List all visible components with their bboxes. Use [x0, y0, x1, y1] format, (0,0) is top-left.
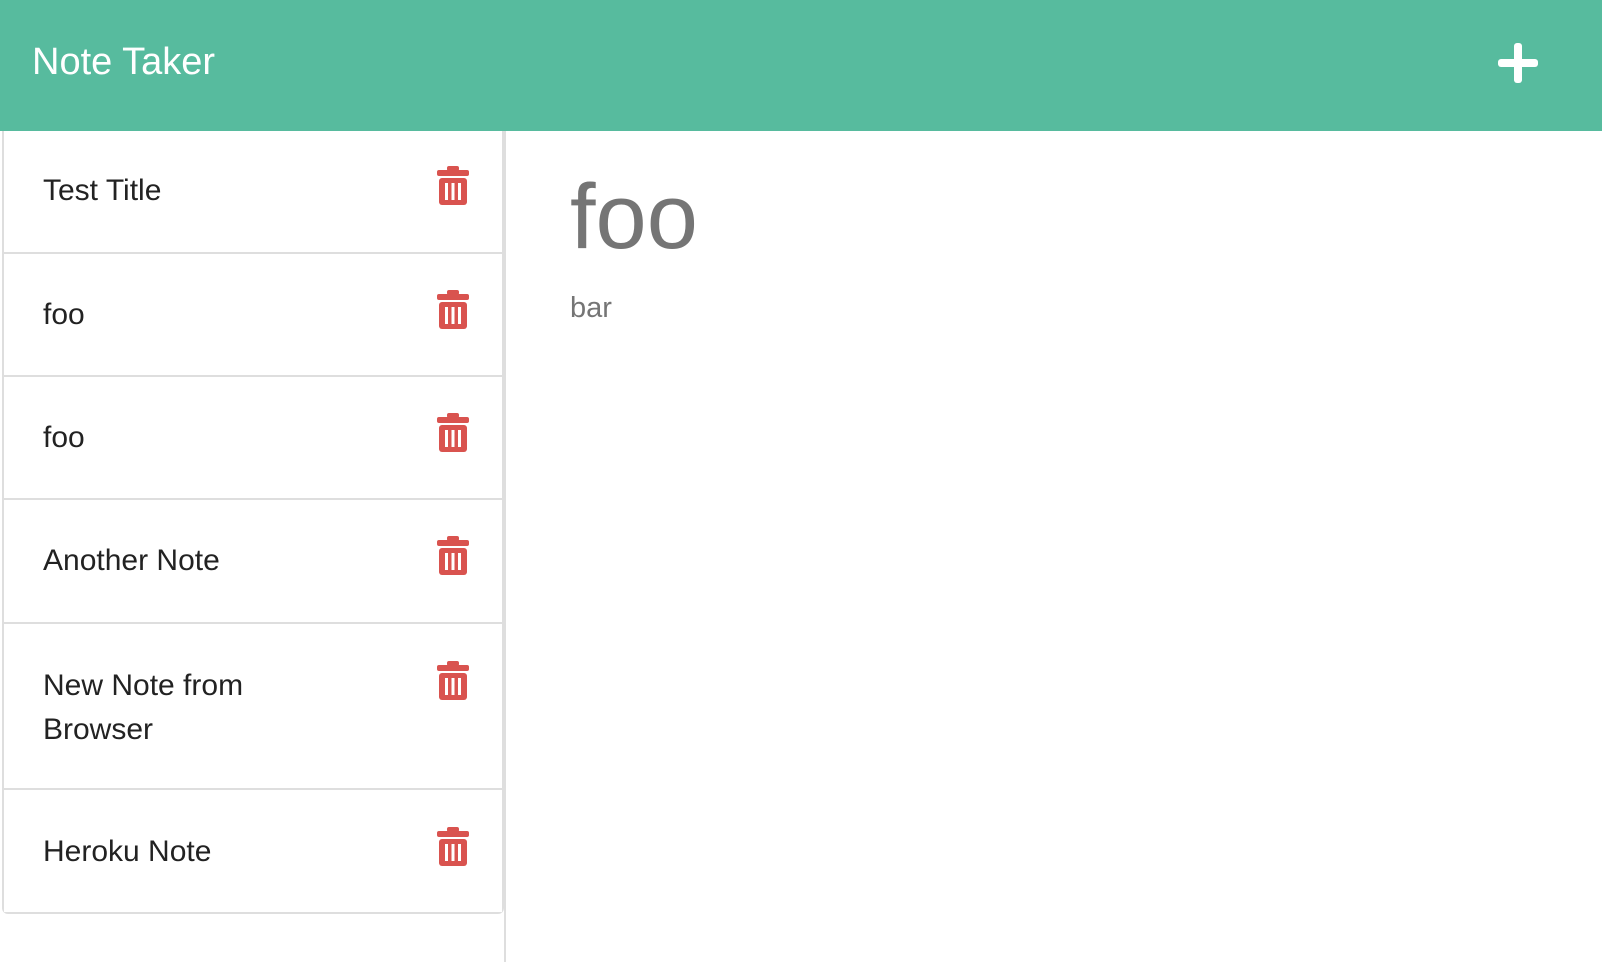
note-text-display[interactable]: bar [570, 288, 612, 328]
note-title[interactable]: Test Title [43, 169, 403, 213]
note-title[interactable]: foo [43, 293, 403, 337]
note-title[interactable]: Heroku Note [43, 830, 403, 874]
trash-icon[interactable] [436, 536, 470, 576]
brand-link[interactable]: Note Taker [32, 38, 215, 86]
note-title[interactable]: New Note from Browser [43, 664, 303, 752]
note-list: Test Title foo foo Another Note New Note… [2, 131, 504, 914]
plus-icon [1498, 43, 1538, 83]
note-title[interactable]: Another Note [43, 539, 403, 583]
note-title[interactable]: foo [43, 416, 403, 460]
trash-icon[interactable] [436, 413, 470, 453]
new-note-button[interactable] [1488, 33, 1548, 93]
note-list-item[interactable]: foo [4, 377, 502, 500]
trash-icon[interactable] [436, 661, 470, 701]
note-list-item[interactable]: Test Title [4, 131, 502, 254]
trash-icon[interactable] [436, 827, 470, 867]
trash-icon[interactable] [436, 290, 470, 330]
trash-icon[interactable] [436, 166, 470, 206]
navbar: Note Taker [0, 0, 1602, 131]
note-list-item[interactable]: New Note from Browser [4, 624, 502, 790]
note-list-item[interactable]: Another Note [4, 500, 502, 624]
note-title-display[interactable]: foo [570, 167, 698, 267]
sidebar: Test Title foo foo Another Note New Note… [0, 131, 506, 962]
note-list-item[interactable]: Heroku Note [4, 790, 502, 912]
note-list-item[interactable]: foo [4, 254, 502, 377]
